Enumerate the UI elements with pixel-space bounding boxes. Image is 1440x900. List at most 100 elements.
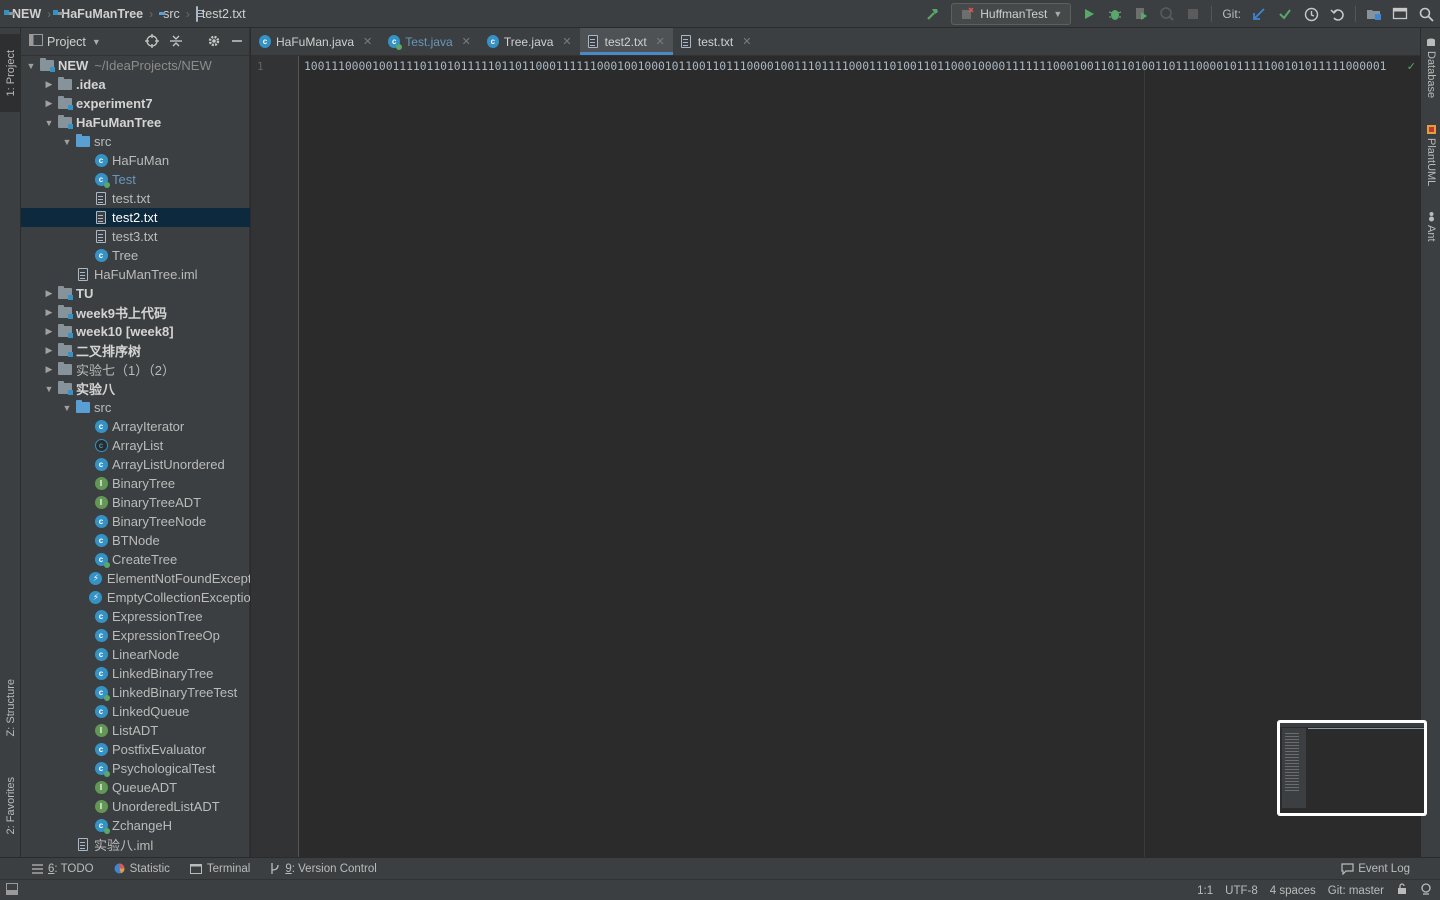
git-update-icon[interactable]: [1251, 6, 1267, 22]
memory-indicator-icon[interactable]: [1420, 883, 1432, 898]
tree-node[interactable]: ▶cArrayIterator: [21, 417, 250, 436]
tree-node[interactable]: ▶test3.txt: [21, 227, 250, 246]
gear-icon[interactable]: [207, 34, 221, 51]
tree-node[interactable]: ▶cPostfixEvaluator: [21, 740, 250, 759]
close-icon[interactable]: ✕: [656, 35, 665, 48]
tree-node[interactable]: ▼ HaFuManTree: [21, 113, 250, 132]
expand-arrow-right-icon[interactable]: ▶: [43, 307, 55, 318]
tree-node[interactable]: ▼ 实验八: [21, 379, 250, 398]
tree-node[interactable]: ▶cCreateTree: [21, 550, 250, 569]
breadcrumb-item[interactable]: src: [159, 7, 180, 21]
editor-text-line[interactable]: 1001110000100111101101011111011011000111…: [304, 59, 1386, 73]
expand-arrow-right-icon[interactable]: ▶: [43, 79, 55, 90]
tree-node[interactable]: ▶cArrayListUnordered: [21, 455, 250, 474]
tree-node[interactable]: ▶cLinearNode: [21, 645, 250, 664]
tree-node[interactable]: ▶cLinkedBinaryTreeTest: [21, 683, 250, 702]
tree-node[interactable]: ▶ .idea: [21, 75, 250, 94]
editor-tab[interactable]: c Test.java ✕: [380, 28, 479, 55]
close-icon[interactable]: ✕: [462, 35, 471, 48]
tree-node[interactable]: ▶IBinaryTree: [21, 474, 250, 493]
tree-node[interactable]: ▶cTree: [21, 246, 250, 265]
history-clock-icon[interactable]: [1303, 6, 1319, 22]
tree-node[interactable]: ▶实验八.iml: [21, 835, 250, 854]
structure-tool-button[interactable]: Z: Structure: [0, 668, 21, 748]
statistic-tool-button[interactable]: Statistic: [104, 863, 180, 875]
tree-node[interactable]: ▶ week10 [week8]: [21, 322, 250, 341]
expand-arrow-down-icon[interactable]: ▼: [61, 403, 73, 413]
tree-node[interactable]: ▶cBTNode: [21, 531, 250, 550]
tree-node[interactable]: ▶HaFuManTree.iml: [21, 265, 250, 284]
ant-tool-button[interactable]: Ant: [1421, 211, 1440, 242]
presentation-mode-icon[interactable]: [1392, 6, 1408, 22]
file-encoding[interactable]: UTF-8: [1225, 885, 1258, 897]
editor-tab[interactable]: c Tree.java ✕: [479, 28, 580, 55]
tree-node[interactable]: ▶cExpressionTree: [21, 607, 250, 626]
expand-arrow-down-icon[interactable]: ▼: [43, 384, 55, 394]
caret-position[interactable]: 1:1: [1197, 885, 1213, 897]
tree-node[interactable]: ▶cZchangeH: [21, 816, 250, 835]
tree-node[interactable]: ▶ 实验七（1）（2）: [21, 360, 250, 379]
collapse-all-icon[interactable]: [169, 34, 183, 51]
editor-tab[interactable]: test2.txt ✕: [579, 28, 674, 55]
expand-arrow-down-icon[interactable]: ▼: [61, 137, 73, 147]
tree-node[interactable]: ▶⚡EmptyCollectionException: [21, 588, 250, 607]
tree-node[interactable]: ▼ src: [21, 132, 250, 151]
breadcrumb-item[interactable]: HaFuManTree: [57, 7, 143, 21]
close-icon[interactable]: ✕: [562, 35, 571, 48]
tree-node[interactable]: ▶ TU: [21, 284, 250, 303]
breadcrumb-item[interactable]: test2.txt: [195, 5, 246, 22]
editor-tab[interactable]: c HaFuMan.java ✕: [251, 28, 380, 55]
project-tool-button[interactable]: 1: Project: [0, 34, 21, 112]
database-tool-button[interactable]: Database: [1421, 38, 1440, 98]
lock-icon[interactable]: [1396, 883, 1408, 898]
expand-arrow-down-icon[interactable]: ▼: [25, 61, 37, 71]
tree-node[interactable]: ▶ 二叉排序树: [21, 341, 250, 360]
tree-node[interactable]: ▶IQueueADT: [21, 778, 250, 797]
build-hammer-icon[interactable]: [925, 6, 941, 22]
git-commit-check-icon[interactable]: [1277, 6, 1293, 22]
tree-node[interactable]: ▶cExpressionTreeOp: [21, 626, 250, 645]
terminal-tool-button[interactable]: Terminal: [180, 863, 260, 875]
editor-gutter[interactable]: 1: [251, 56, 299, 857]
favorites-tool-button[interactable]: 2: Favorites: [0, 764, 21, 848]
plantuml-tool-button[interactable]: PlantUML: [1421, 124, 1440, 186]
chevron-down-icon[interactable]: ▼: [92, 37, 101, 47]
window-preview-thumbnail[interactable]: [1277, 720, 1427, 816]
todo-tool-button[interactable]: 6: TODO: [0, 863, 104, 875]
event-log-tool-button[interactable]: Event Log: [1341, 858, 1410, 880]
search-icon[interactable]: [1418, 6, 1434, 22]
tree-node[interactable]: ▶cPsychologicalTest: [21, 759, 250, 778]
expand-arrow-right-icon[interactable]: ▶: [43, 364, 55, 375]
indent-setting[interactable]: 4 spaces: [1270, 885, 1316, 897]
tree-node[interactable]: ▼ NEW ~/IdeaProjects/NEW: [21, 56, 250, 75]
editor-area[interactable]: 1001110000100111101101011111011011000111…: [300, 56, 1420, 857]
expand-arrow-right-icon[interactable]: ▶: [43, 326, 55, 337]
tree-node[interactable]: ▶cHaFuMan: [21, 151, 250, 170]
tree-node[interactable]: ▶test2.txt: [21, 208, 250, 227]
version-control-tool-button[interactable]: 9: Version Control: [260, 863, 386, 875]
tree-node[interactable]: ▶ experiment7: [21, 94, 250, 113]
coverage-icon[interactable]: [1133, 6, 1149, 22]
tree-node[interactable]: ▶test.txt: [21, 189, 250, 208]
git-branch[interactable]: Git: master: [1328, 885, 1384, 897]
expand-arrow-down-icon[interactable]: ▼: [43, 118, 55, 128]
run-icon[interactable]: [1081, 6, 1097, 22]
project-view-select[interactable]: Project: [47, 35, 86, 49]
tree-node[interactable]: ▼ src: [21, 398, 250, 417]
expand-arrow-right-icon[interactable]: ▶: [43, 288, 55, 299]
tree-node[interactable]: ▶IUnorderedListADT: [21, 797, 250, 816]
tree-node[interactable]: ▶IListADT: [21, 721, 250, 740]
close-icon[interactable]: ✕: [742, 35, 751, 48]
project-structure-icon[interactable]: [1366, 6, 1382, 22]
tree-node[interactable]: ▶cBinaryTreeNode: [21, 512, 250, 531]
expand-arrow-right-icon[interactable]: ▶: [43, 98, 55, 109]
expand-arrow-right-icon[interactable]: ▶: [43, 345, 55, 356]
rollback-icon[interactable]: [1329, 6, 1345, 22]
inspection-ok-check-icon[interactable]: ✓: [1407, 60, 1416, 73]
close-icon[interactable]: ✕: [363, 35, 372, 48]
run-configuration-select[interactable]: HuffmanTest ▼: [951, 3, 1072, 25]
breadcrumb-item[interactable]: NEW: [8, 7, 41, 21]
debug-icon[interactable]: [1107, 6, 1123, 22]
tree-node[interactable]: ▶cLinkedQueue: [21, 702, 250, 721]
profile-icon[interactable]: [1159, 6, 1175, 22]
